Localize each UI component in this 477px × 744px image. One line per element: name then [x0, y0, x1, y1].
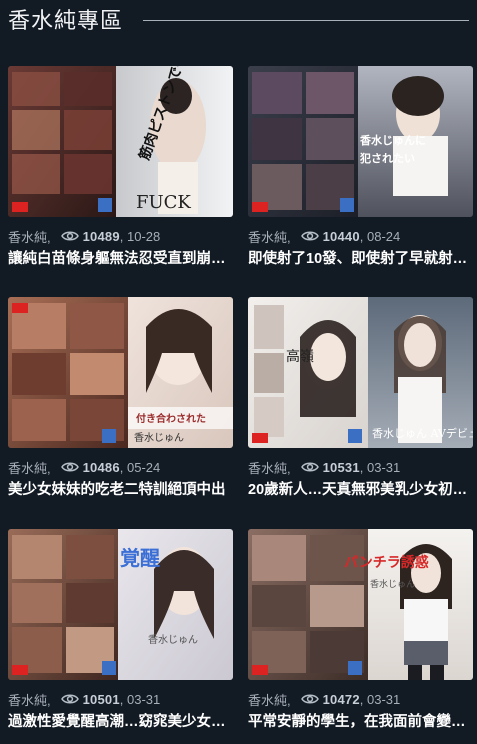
cover-image: 筋肉ピストンでイキ崩れる FUCK [8, 66, 233, 217]
cover-image: 付き合わされた 香水じゅん [8, 297, 233, 448]
video-thumbnail[interactable]: 香水じゅんに 犯されたい [248, 66, 473, 217]
cover-text-2: 犯されたい [359, 151, 415, 165]
cover-image: パンチラ誘惑 香水じゅん [248, 529, 473, 680]
eye-icon [300, 231, 319, 241]
cover-image: 覚醒 香水じゅん [8, 529, 233, 680]
upload-date: , 05-24 [119, 459, 161, 475]
date-value: 05-24 [127, 459, 161, 475]
date-value: 03-31 [367, 459, 401, 475]
upload-date: , 10-28 [119, 228, 161, 244]
video-card[interactable]: 高嶺 香水じゅん AVデビュー 香水純, 10531 , 03-31 20歲新人… [248, 297, 473, 512]
video-title[interactable]: 20歲新人…天真無邪美乳少女初登場 [248, 480, 473, 500]
channel-name[interactable]: 香水純, [248, 690, 291, 709]
eye-icon [300, 462, 319, 472]
date-value: 03-31 [367, 691, 401, 707]
video-thumbnail[interactable]: 覚醒 香水じゅん [8, 529, 233, 680]
cover-text: 香水じゅんに [359, 133, 426, 147]
video-title[interactable]: 美少女妹妹的吃老二特訓絕頂中出 [8, 480, 233, 500]
view-count: 10486 [82, 459, 120, 475]
video-meta: 香水純, 10501 , 03-31 [8, 690, 160, 708]
video-thumbnail[interactable]: 筋肉ピストンでイキ崩れる FUCK [8, 66, 233, 217]
video-meta: 香水純, 10486 , 05-24 [8, 458, 160, 476]
cover-text: 付き合わされた [136, 412, 206, 425]
view-count: 10472 [322, 691, 360, 707]
upload-date: , 03-31 [119, 691, 161, 707]
video-meta: 香水純, 10472 , 03-31 [248, 690, 400, 708]
cover-text-2: 香水じゅん [370, 578, 415, 590]
eye-icon [300, 694, 319, 704]
view-count: 10501 [82, 691, 120, 707]
video-title[interactable]: 讓純白苗條身軀無法忍受直到崩潰的強烈頂擊 [8, 249, 233, 269]
cover-text-2: 香水じゅん [148, 634, 198, 646]
view-count: 10489 [82, 228, 120, 244]
eye-icon [60, 231, 79, 241]
video-thumbnail[interactable]: 付き合わされた 香水じゅん [8, 297, 233, 448]
upload-date: , 03-31 [359, 691, 401, 707]
eye-icon [60, 694, 79, 704]
video-title[interactable]: 平常安靜的學生，在我面前會變成淫亂的樣子 [248, 712, 473, 732]
view-count: 10440 [322, 228, 360, 244]
channel-name[interactable]: 香水純, [8, 690, 51, 709]
video-card[interactable]: 香水じゅんに 犯されたい 香水純, 10440 , 08-24 即使射了10發、… [248, 66, 473, 281]
cover-text-2: 香水じゅん [134, 432, 184, 444]
video-meta: 香水純, 10531 , 03-31 [248, 458, 400, 476]
cover-text: 高嶺 [286, 348, 314, 365]
view-count: 10531 [322, 459, 360, 475]
video-meta: 香水純, 10489 , 10-28 [8, 227, 160, 245]
cover-text-2: FUCK [136, 192, 191, 213]
channel-name[interactable]: 香水純, [248, 458, 291, 477]
cover-text: 覚醒 [120, 546, 160, 570]
video-title[interactable]: 即使射了10發、即使射了早就射乾了 [248, 249, 473, 269]
date-value: 03-31 [127, 691, 161, 707]
upload-date: , 08-24 [359, 228, 401, 244]
cover-image: 香水じゅんに 犯されたい [248, 66, 473, 217]
video-thumbnail[interactable]: 高嶺 香水じゅん AVデビュー [248, 297, 473, 448]
video-grid: 筋肉ピストンでイキ崩れる FUCK 香水純, 10489 , 10-28 讓純白… [0, 0, 477, 731]
upload-date: , 03-31 [359, 459, 401, 475]
video-card[interactable]: 付き合わされた 香水じゅん 香水純, 10486 , 05-24 美少女妹妹的吃… [8, 297, 233, 512]
video-card[interactable]: 筋肉ピストンでイキ崩れる FUCK 香水純, 10489 , 10-28 讓純白… [8, 66, 233, 281]
eye-icon [60, 462, 79, 472]
video-title[interactable]: 過激性愛覺醒高潮…窈窕美少女初體驗 [8, 712, 233, 732]
cover-image: 高嶺 香水じゅん AVデビュー [248, 297, 473, 448]
video-thumbnail[interactable]: パンチラ誘惑 香水じゅん [248, 529, 473, 680]
video-card[interactable]: パンチラ誘惑 香水じゅん 香水純, 10472 , 03-31 平常安靜的學生，… [248, 529, 473, 744]
channel-name[interactable]: 香水純, [248, 227, 291, 246]
date-value: 08-24 [367, 228, 401, 244]
channel-name[interactable]: 香水純, [8, 458, 51, 477]
channel-name[interactable]: 香水純, [8, 227, 51, 246]
cover-text: パンチラ誘惑 [344, 554, 429, 571]
video-card[interactable]: 覚醒 香水じゅん 香水純, 10501 , 03-31 過激性愛覺醒高潮…窈窕美… [8, 529, 233, 744]
date-value: 10-28 [127, 228, 161, 244]
video-meta: 香水純, 10440 , 08-24 [248, 227, 400, 245]
cover-text-2: 香水じゅん AVデビュー [372, 426, 473, 440]
